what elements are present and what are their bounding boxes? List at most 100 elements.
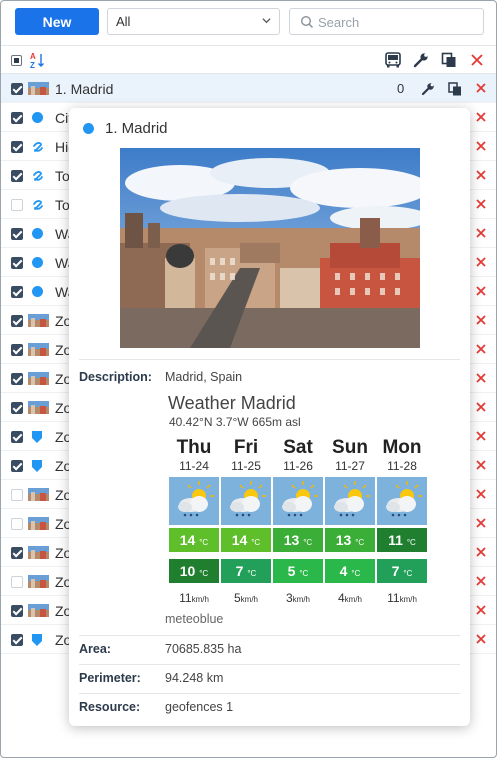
partly-cloudy-icon	[325, 477, 375, 525]
thumbnail-icon	[28, 575, 49, 588]
delete-icon[interactable]	[474, 255, 488, 269]
temp-unit: °C	[247, 569, 257, 578]
row-checkbox[interactable]	[11, 112, 23, 124]
route-icon	[33, 200, 43, 210]
delete-icon[interactable]	[474, 516, 488, 530]
row-checkbox[interactable]	[11, 83, 23, 95]
list-header: A Z	[1, 45, 496, 74]
delete-icon[interactable]	[474, 429, 488, 443]
row-checkbox[interactable]	[11, 141, 23, 153]
chevron-down-icon	[262, 18, 271, 24]
forecast-wind: 11km/h	[169, 591, 219, 605]
popup-title: 1. Madrid	[105, 120, 168, 137]
row-checkbox[interactable]	[11, 460, 23, 472]
delete-icon[interactable]	[474, 458, 488, 472]
filter-select[interactable]: All	[107, 8, 280, 35]
row-label: To	[55, 168, 70, 184]
wrench-icon[interactable]	[412, 51, 430, 69]
header-actions	[384, 51, 486, 69]
wrench-icon[interactable]	[420, 81, 436, 97]
temp-unit: °C	[351, 569, 361, 578]
row-checkbox[interactable]	[11, 547, 23, 559]
row-checkbox[interactable]	[11, 402, 23, 414]
thumbnail-icon	[28, 314, 49, 327]
sort-az-icon[interactable]: A Z	[29, 51, 47, 69]
dot-icon	[32, 286, 43, 297]
row-checkbox[interactable]	[11, 431, 23, 443]
select-all-checkbox[interactable]	[11, 55, 22, 66]
row-checkbox[interactable]	[11, 228, 23, 240]
delete-icon[interactable]	[474, 342, 488, 356]
delete-icon[interactable]	[474, 226, 488, 240]
delete-icon[interactable]	[474, 139, 488, 153]
row-checkbox[interactable]	[11, 373, 23, 385]
divider	[79, 664, 460, 665]
temp-unit: °C	[403, 569, 413, 578]
info-popup: 1. Madrid Description: Madrid, Spain Wea…	[69, 108, 470, 726]
temp-unit: °C	[251, 538, 261, 547]
row-checkbox[interactable]	[11, 286, 23, 298]
max-temp-value: 14	[231, 532, 248, 548]
delete-icon[interactable]	[474, 371, 488, 385]
row-checkbox[interactable]	[11, 257, 23, 269]
forecast-day-date: 11-28	[387, 459, 417, 473]
delete-icon[interactable]	[474, 603, 488, 617]
forecast-day-name: Thu	[176, 437, 212, 458]
row-checkbox[interactable]	[11, 518, 23, 530]
delete-icon[interactable]	[474, 313, 488, 327]
area-value: 70685.835 ha	[165, 642, 242, 656]
thumbnail-icon	[28, 343, 49, 356]
bus-icon[interactable]	[384, 51, 402, 69]
temp-unit: °C	[199, 538, 209, 547]
row-checkbox[interactable]	[11, 576, 23, 588]
partly-cloudy-icon	[169, 477, 219, 525]
resource-value: geofences 1	[165, 700, 234, 714]
search-input[interactable]	[318, 13, 478, 31]
row-checkbox[interactable]	[11, 344, 23, 356]
close-icon[interactable]	[468, 51, 486, 69]
copy-icon[interactable]	[447, 81, 463, 97]
list-item[interactable]: 1. Madrid 0	[1, 74, 496, 103]
delete-icon[interactable]	[474, 81, 488, 95]
perimeter-value: 94.248 km	[165, 671, 224, 685]
forecast-max-temp: 14 °C	[169, 528, 219, 552]
thumbnail-icon	[28, 82, 49, 95]
row-checkbox[interactable]	[11, 634, 23, 646]
row-checkbox[interactable]	[11, 489, 23, 501]
delete-icon[interactable]	[474, 400, 488, 414]
thumbnail-icon	[28, 372, 49, 385]
row-checkbox[interactable]	[11, 199, 23, 211]
delete-icon[interactable]	[474, 197, 488, 211]
meteoblue-credit[interactable]: meteoblue	[165, 612, 223, 626]
min-temp-value: 5	[287, 563, 296, 579]
wind-unit: km/h	[344, 595, 363, 604]
max-temp-value: 14	[179, 532, 196, 548]
new-button[interactable]: New	[15, 8, 99, 35]
min-temp-value: 10	[179, 563, 196, 579]
min-temp-value: 7	[235, 563, 244, 579]
search-box[interactable]	[289, 8, 484, 35]
delete-icon[interactable]	[474, 632, 488, 646]
delete-icon[interactable]	[474, 574, 488, 588]
row-checkbox[interactable]	[11, 315, 23, 327]
divider	[79, 635, 460, 636]
copy-icon[interactable]	[440, 51, 458, 69]
toolbar: New All	[1, 1, 496, 43]
wind-value: 5	[233, 591, 241, 605]
svg-text:A: A	[30, 52, 36, 61]
delete-icon[interactable]	[474, 110, 488, 124]
shape-icon	[32, 431, 42, 443]
row-checkbox[interactable]	[11, 605, 23, 617]
delete-icon[interactable]	[474, 487, 488, 501]
forecast-day-date: 11-25	[231, 459, 261, 473]
dot-icon	[32, 228, 43, 239]
max-temp-value: 13	[335, 532, 352, 548]
forecast-day-name: Sun	[332, 437, 368, 458]
delete-icon[interactable]	[474, 545, 488, 559]
thumbnail-icon	[28, 488, 49, 501]
temp-unit: °C	[406, 538, 416, 547]
row-checkbox[interactable]	[11, 170, 23, 182]
forecast-min-temp: 4 °C	[325, 559, 375, 583]
delete-icon[interactable]	[474, 284, 488, 298]
delete-icon[interactable]	[474, 168, 488, 182]
